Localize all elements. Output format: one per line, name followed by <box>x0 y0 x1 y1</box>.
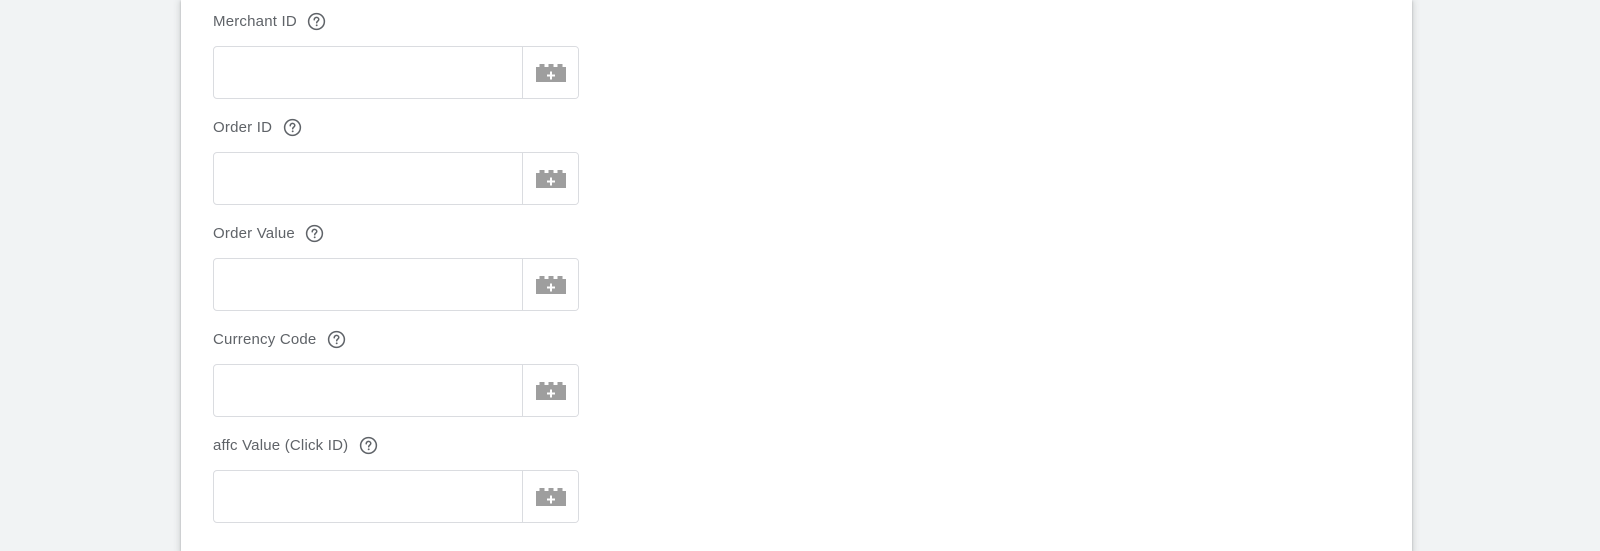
field-currency-code: Currency Code <box>213 329 579 417</box>
field-order-id: Order ID <box>213 117 579 205</box>
currency-code-input-group <box>213 364 579 417</box>
field-label-row: Currency Code <box>213 329 579 349</box>
field-label-row: Order Value <box>213 223 579 243</box>
field-label: affc Value (Click ID) <box>213 436 349 454</box>
field-label: Order Value <box>213 224 295 242</box>
field-label: Merchant ID <box>213 12 297 30</box>
add-variable-button[interactable] <box>522 259 578 310</box>
affc-value-input-group <box>213 470 579 523</box>
merchant-id-input[interactable] <box>214 47 522 98</box>
help-circle-icon[interactable] <box>307 11 327 31</box>
order-id-input-group <box>213 152 579 205</box>
field-label-row: affc Value (Click ID) <box>213 435 579 455</box>
order-id-input[interactable] <box>214 153 522 204</box>
order-value-input[interactable] <box>214 259 522 310</box>
affc-value-input[interactable] <box>214 471 522 522</box>
add-variable-brick-icon <box>535 63 566 82</box>
order-value-input-group <box>213 258 579 311</box>
field-label-row: Order ID <box>213 117 579 137</box>
help-circle-icon[interactable] <box>358 435 378 455</box>
currency-code-input[interactable] <box>214 365 522 416</box>
field-label: Order ID <box>213 118 273 136</box>
field-label: Currency Code <box>213 330 317 348</box>
add-variable-brick-icon <box>535 275 566 294</box>
add-variable-brick-icon <box>535 487 566 506</box>
field-label-row: Merchant ID <box>213 11 579 31</box>
add-variable-button[interactable] <box>522 365 578 416</box>
field-order-value: Order Value <box>213 223 579 311</box>
field-merchant-id: Merchant ID <box>213 11 579 99</box>
help-circle-icon[interactable] <box>282 117 302 137</box>
field-affc-value: affc Value (Click ID) <box>213 435 579 523</box>
help-circle-icon[interactable] <box>326 329 346 349</box>
tag-configuration-card: Merchant ID Order ID Order Value Currenc… <box>181 0 1412 551</box>
merchant-id-input-group <box>213 46 579 99</box>
add-variable-brick-icon <box>535 169 566 188</box>
help-circle-icon[interactable] <box>305 223 325 243</box>
add-variable-button[interactable] <box>522 471 578 522</box>
add-variable-button[interactable] <box>522 47 578 98</box>
add-variable-button[interactable] <box>522 153 578 204</box>
add-variable-brick-icon <box>535 381 566 400</box>
